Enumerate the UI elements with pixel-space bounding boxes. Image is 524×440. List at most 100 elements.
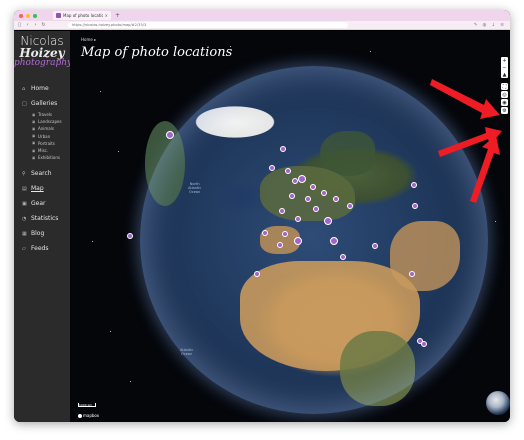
gallery-item-misc[interactable]: ▣ Misc. (14, 147, 70, 154)
sidebar-item-search[interactable]: ⚲ Search (14, 166, 70, 181)
nav-bar: ▯ ‹ › ↻ https://nicolas.hoizey.photo/map… (14, 21, 510, 30)
photo-marker[interactable] (262, 230, 268, 236)
tab-bar: Map of photo locations – Nico × + (14, 10, 510, 21)
site-logo[interactable]: Nicolas Hoizey photography (14, 35, 72, 68)
minimap-globe[interactable] (486, 391, 510, 415)
photo-marker[interactable] (295, 216, 301, 222)
photo-marker[interactable] (279, 208, 285, 214)
sidebar-item-label: Search (31, 170, 52, 178)
photo-marker[interactable] (298, 175, 306, 183)
sidebar-item-label: Gear (31, 200, 46, 208)
sidebar-item-statistics[interactable]: ◔ Statistics (14, 211, 70, 226)
browser-window: Map of photo locations – Nico × + ▯ ‹ › … (14, 10, 510, 422)
photo-marker[interactable] (254, 271, 260, 277)
mapbox-attribution[interactable]: mapbox (78, 413, 99, 418)
gallery-label: Animals (38, 126, 54, 132)
sidebar-item-galleries[interactable]: □ Galleries (14, 96, 70, 111)
ocean-label-atlantic: Atlantic Ocean (180, 348, 194, 356)
forward-icon[interactable]: › (33, 22, 38, 28)
photo-marker[interactable] (277, 242, 283, 248)
sidebar-item-gear[interactable]: ▣ Gear (14, 196, 70, 211)
stats-icon: ◔ (22, 215, 27, 222)
photo-marker[interactable] (310, 184, 316, 190)
photo-marker[interactable] (280, 146, 286, 152)
rss-icon: ▱ (22, 245, 26, 252)
sidebar-menu: ⌂ Home □ Galleries ▣ Travels ▣ Landscapes … (14, 81, 70, 256)
browser-tab[interactable]: Map of photo locations – Nico × (53, 11, 111, 20)
photo-marker[interactable] (166, 131, 174, 139)
gallery-item-urban[interactable]: ▣ Urban (14, 133, 70, 140)
gallery-label: Portraits (38, 140, 55, 146)
photo-marker[interactable] (324, 217, 332, 225)
photo-marker[interactable] (411, 182, 417, 188)
url-bar[interactable]: https://nicolas.hoizey.photo/map/#2/35/3 (68, 22, 348, 28)
menu-icon[interactable]: ≡ (500, 23, 504, 28)
photo-marker[interactable] (330, 237, 338, 245)
page-title: Map of photo locations (81, 45, 233, 60)
favicon-icon (56, 13, 61, 18)
photo-marker[interactable] (294, 237, 302, 245)
photo-marker[interactable] (340, 254, 346, 260)
land-greenland-coast (145, 121, 185, 206)
map-view[interactable]: North Atlantic Ocean Atlantic Ocean Home… (70, 31, 510, 422)
folder-icon: □ (22, 100, 27, 107)
gallery-item-landscapes[interactable]: ▣ Landscapes (14, 118, 70, 125)
gallery-label: Landscapes (38, 119, 62, 125)
tab-close-icon[interactable]: × (105, 13, 108, 18)
camera-icon: ▣ (22, 200, 27, 207)
gallery-label: Urban (38, 133, 51, 139)
sidebar-item-feeds[interactable]: ▱ Feeds (14, 241, 70, 256)
gallery-label: Misc. (38, 148, 49, 154)
sidebar: Nicolas Hoizey photography ⌂ Home □ Gall… (14, 31, 72, 422)
gallery-item-portraits[interactable]: ▣ Portraits (14, 140, 70, 147)
photo-marker[interactable] (127, 233, 133, 239)
gallery-label: Exhibitions (38, 155, 60, 161)
sidebar-item-label: Blog (31, 230, 45, 238)
gallery-item-exhibitions[interactable]: ▣ Exhibitions (14, 154, 70, 161)
photo-marker[interactable] (321, 190, 327, 196)
sidebar-item-label: Feeds (31, 245, 49, 253)
minimize-window-button[interactable] (26, 13, 30, 18)
maximize-window-button[interactable] (33, 13, 37, 18)
search-icon: ⚲ (22, 170, 26, 177)
gallery-item-animals[interactable]: ▣ Animals (14, 125, 70, 132)
sidebar-toggle-icon[interactable]: ▯ (17, 22, 22, 28)
photo-marker[interactable] (282, 231, 288, 237)
sidebar-item-home[interactable]: ⌂ Home (14, 81, 70, 96)
home-icon: ⌂ (22, 85, 26, 92)
photo-marker[interactable] (305, 196, 311, 202)
photo-marker[interactable] (347, 203, 353, 209)
new-tab-button[interactable]: + (115, 12, 120, 19)
attribution-text: mapbox (83, 413, 100, 418)
map-icon: ▤ (22, 185, 27, 192)
photo-marker[interactable] (409, 271, 415, 277)
photo-marker[interactable] (289, 193, 295, 199)
shield-icon[interactable]: ◍ (483, 23, 487, 28)
sidebar-item-blog[interactable]: ▦ Blog (14, 226, 70, 241)
tab-title: Map of photo locations – Nico (63, 13, 103, 18)
breadcrumb[interactable]: Home ▸ (81, 37, 96, 42)
photo-marker[interactable] (313, 206, 319, 212)
annotation-arrows (430, 79, 502, 203)
zoom-out-button[interactable]: − (501, 64, 508, 71)
back-icon[interactable]: ‹ (25, 22, 30, 28)
arrow-3-icon (470, 135, 500, 203)
sidebar-item-map[interactable]: ▤ Map (14, 181, 70, 196)
window-controls (19, 13, 37, 18)
photo-marker[interactable] (333, 196, 339, 202)
photo-marker[interactable] (372, 243, 378, 249)
extension-icon[interactable]: ✎ (474, 23, 478, 28)
gallery-item-travels[interactable]: ▣ Travels (14, 111, 70, 118)
reload-icon[interactable]: ↻ (41, 22, 46, 28)
photo-marker[interactable] (269, 165, 275, 171)
photo-marker[interactable] (285, 168, 291, 174)
photo-marker[interactable] (421, 341, 427, 347)
zoom-in-button[interactable]: + (501, 57, 508, 64)
land-east-africa (340, 331, 415, 406)
close-window-button[interactable] (19, 13, 23, 18)
sidebar-item-label: Galleries (31, 100, 58, 107)
download-icon[interactable]: ↓ (491, 23, 495, 28)
photo-marker[interactable] (412, 203, 418, 209)
mapbox-logo-icon (78, 413, 82, 418)
arrow-1-icon (430, 79, 500, 119)
